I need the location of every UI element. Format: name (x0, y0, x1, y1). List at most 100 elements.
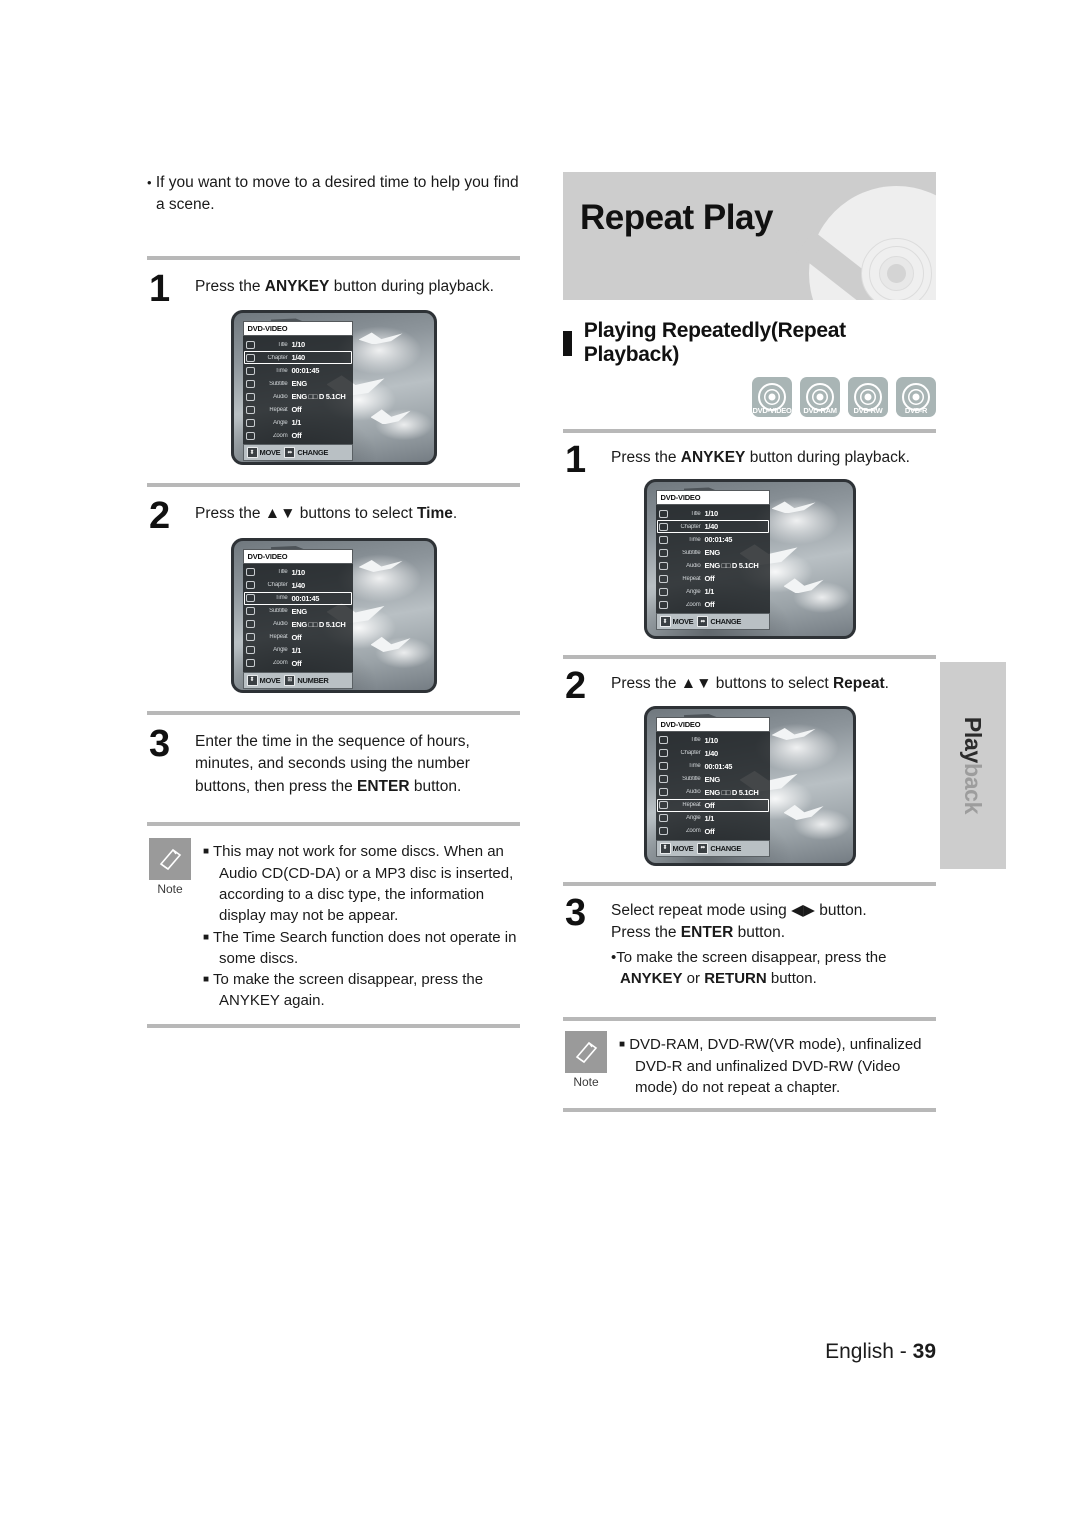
osd-button-bar: ⬍ MOVE ⬌ CHANGE (655, 613, 770, 631)
osd-row-chapter[interactable]: Chapter 1/40 (243, 579, 353, 592)
chapter-icon (658, 748, 669, 758)
sub-bold-1: ANYKEY (620, 970, 683, 988)
updown-key-icon: ⬍ (246, 447, 258, 459)
step-line2-before: Press the (611, 924, 681, 942)
osd-button-bar: ⬍ MOVE ⊞ NUMBER (242, 671, 353, 689)
osd-row-repeat[interactable]: Repeat Off (243, 403, 353, 416)
osd-row-zoom[interactable]: Zoom Off (656, 825, 770, 838)
osd-row-subtitle[interactable]: Subtitle ENG (243, 605, 353, 618)
osd-row-label: Title (277, 341, 288, 348)
osd-number-button[interactable]: ⊞ NUMBER (284, 674, 329, 686)
osd-row-angle[interactable]: Angle 1/1 (656, 812, 770, 825)
osd-row-zoom[interactable]: Zoom Off (656, 598, 770, 611)
osd-change-button[interactable]: ⬌ CHANGE (697, 616, 741, 628)
note-item: ■ The Time Search function does not oper… (203, 927, 520, 970)
osd-row-audio[interactable]: Audio ENG □□ D 5.1CH (243, 618, 353, 631)
osd-move-button[interactable]: ⬍ MOVE (659, 616, 694, 628)
disc-badge-row: DVD-VIDEO DVD-RAM DVD-RW DVD-R (563, 377, 936, 417)
osd-row-label: Repeat (682, 575, 701, 582)
osd-row-value: ENG (291, 606, 308, 616)
osd-change-button[interactable]: ⬌ CHANGE (284, 447, 328, 459)
osd-row-value: 00:01:45 (704, 535, 733, 545)
chapter-icon (658, 522, 669, 532)
osd-row-label: Angle (686, 588, 701, 595)
osd-row-repeat[interactable]: Repeat Off (656, 798, 770, 812)
speaker-icon (658, 561, 669, 571)
title-icon (658, 509, 669, 519)
osd-row-title[interactable]: Title 1/10 (243, 338, 353, 351)
leftright-key-icon: ⬌ (697, 842, 709, 854)
osd-row-label: Chapter (267, 354, 288, 361)
clock-icon (658, 761, 669, 771)
subtitle-icon (245, 606, 256, 616)
note-item-list: ■ DVD-RAM, DVD-RW(VR mode), unfinalized … (619, 1031, 936, 1098)
step-text-after: button during playback. (329, 278, 494, 295)
osd-row-audio[interactable]: Audio ENG □□ D 5.1CH (656, 786, 770, 799)
osd-row-repeat[interactable]: Repeat Off (656, 572, 770, 585)
step-line2-after: button. (733, 924, 786, 942)
osd-move-button[interactable]: ⬍ MOVE (659, 842, 694, 854)
osd-row-label: Audio (273, 621, 288, 628)
osd-row-label: Chapter (267, 582, 288, 589)
osd-row-zoom[interactable]: Zoom Off (243, 657, 353, 670)
osd-change-button[interactable]: ⬌ CHANGE (697, 842, 741, 854)
osd-row-title[interactable]: Title 1/10 (656, 507, 770, 520)
osd-row-title[interactable]: Title 1/10 (243, 566, 353, 579)
osd-row-time[interactable]: Time 00:01:45 (656, 760, 770, 773)
osd-disc-type: DVD-VIDEO (242, 548, 353, 564)
osd-screenshot-right-2: DVD-VIDEO Title 1/10 Chapter 1/40 Time 0… (563, 705, 936, 866)
sub-before: To make the screen disappear, press the (616, 948, 887, 966)
osd-row-chapter[interactable]: Chapter 1/40 (243, 351, 353, 365)
osd-row-value: Off (704, 600, 715, 610)
step-text-after: . (452, 505, 458, 523)
osd-row-chapter[interactable]: Chapter 1/40 (656, 747, 770, 760)
osd-row-subtitle[interactable]: Subtitle ENG (243, 377, 353, 390)
chapter-banner: Repeat Play (563, 172, 936, 300)
step-text-before: Press the (611, 449, 681, 466)
osd-row-subtitle[interactable]: Subtitle ENG (656, 773, 770, 786)
title-icon (245, 340, 256, 350)
badge-label: DVD-RW (853, 406, 883, 415)
osd-row-value: ENG (704, 548, 721, 558)
osd-row-label: Time (275, 595, 288, 602)
osd-row-subtitle[interactable]: Subtitle ENG (656, 546, 770, 559)
osd-row-value: ENG (704, 774, 721, 784)
right-step-1: 1 Press the ANYKEY button during playbac… (563, 441, 936, 479)
osd-row-angle[interactable]: Angle 1/1 (243, 416, 353, 429)
osd-row-zoom[interactable]: Zoom Off (243, 429, 353, 442)
osd-row-time[interactable]: Time 00:01:45 (243, 591, 353, 605)
note-item-list: ■ This may not work for some discs. When… (203, 838, 520, 1011)
osd-row-value: Off (291, 658, 302, 668)
angle-icon (245, 645, 256, 655)
osd-row-time[interactable]: Time 00:01:45 (656, 533, 770, 546)
step-number: 1 (149, 268, 170, 310)
speaker-icon (245, 619, 256, 629)
left-step-3: 3 Enter the time in the sequence of hour… (147, 725, 520, 798)
osd-row-angle[interactable]: Angle 1/1 (656, 585, 770, 598)
osd-move-button[interactable]: ⬍ MOVE (246, 674, 281, 686)
osd-row-chapter[interactable]: Chapter 1/40 (656, 520, 770, 534)
right-note-box: Note ■ DVD-RAM, DVD-RW(VR mode), unfinal… (563, 1031, 936, 1098)
osd-row-label: Angle (686, 815, 701, 822)
osd-row-value: Off (704, 574, 715, 584)
osd-move-label: MOVE (259, 448, 281, 458)
osd-row-repeat[interactable]: Repeat Off (243, 631, 353, 644)
osd-row-label: Chapter (680, 750, 701, 757)
osd-row-time[interactable]: Time 00:01:45 (243, 364, 353, 377)
osd-row-label: Audio (273, 393, 288, 400)
step-text-bold: ENTER (357, 777, 410, 795)
osd-row-label: Angle (273, 419, 288, 426)
osd-disc-type: DVD-VIDEO (655, 490, 770, 506)
osd-row-title[interactable]: Title 1/10 (656, 734, 770, 747)
osd-row-label: Time (275, 367, 288, 374)
note-item-text: This may not work for some discs. When a… (212, 843, 514, 925)
osd-move-button[interactable]: ⬍ MOVE (246, 447, 281, 459)
pencil-note-icon (149, 838, 191, 881)
osd-move-label: MOVE (672, 843, 694, 853)
osd-row-angle[interactable]: Angle 1/1 (243, 644, 353, 657)
clock-icon (245, 366, 256, 376)
step-text-before: Press the ▲▼ buttons to select (611, 675, 833, 693)
osd-row-audio[interactable]: Audio ENG □□ D 5.1CH (243, 390, 353, 403)
osd-row-audio[interactable]: Audio ENG □□ D 5.1CH (656, 559, 770, 572)
step-line2-bold: ENTER (680, 924, 734, 942)
